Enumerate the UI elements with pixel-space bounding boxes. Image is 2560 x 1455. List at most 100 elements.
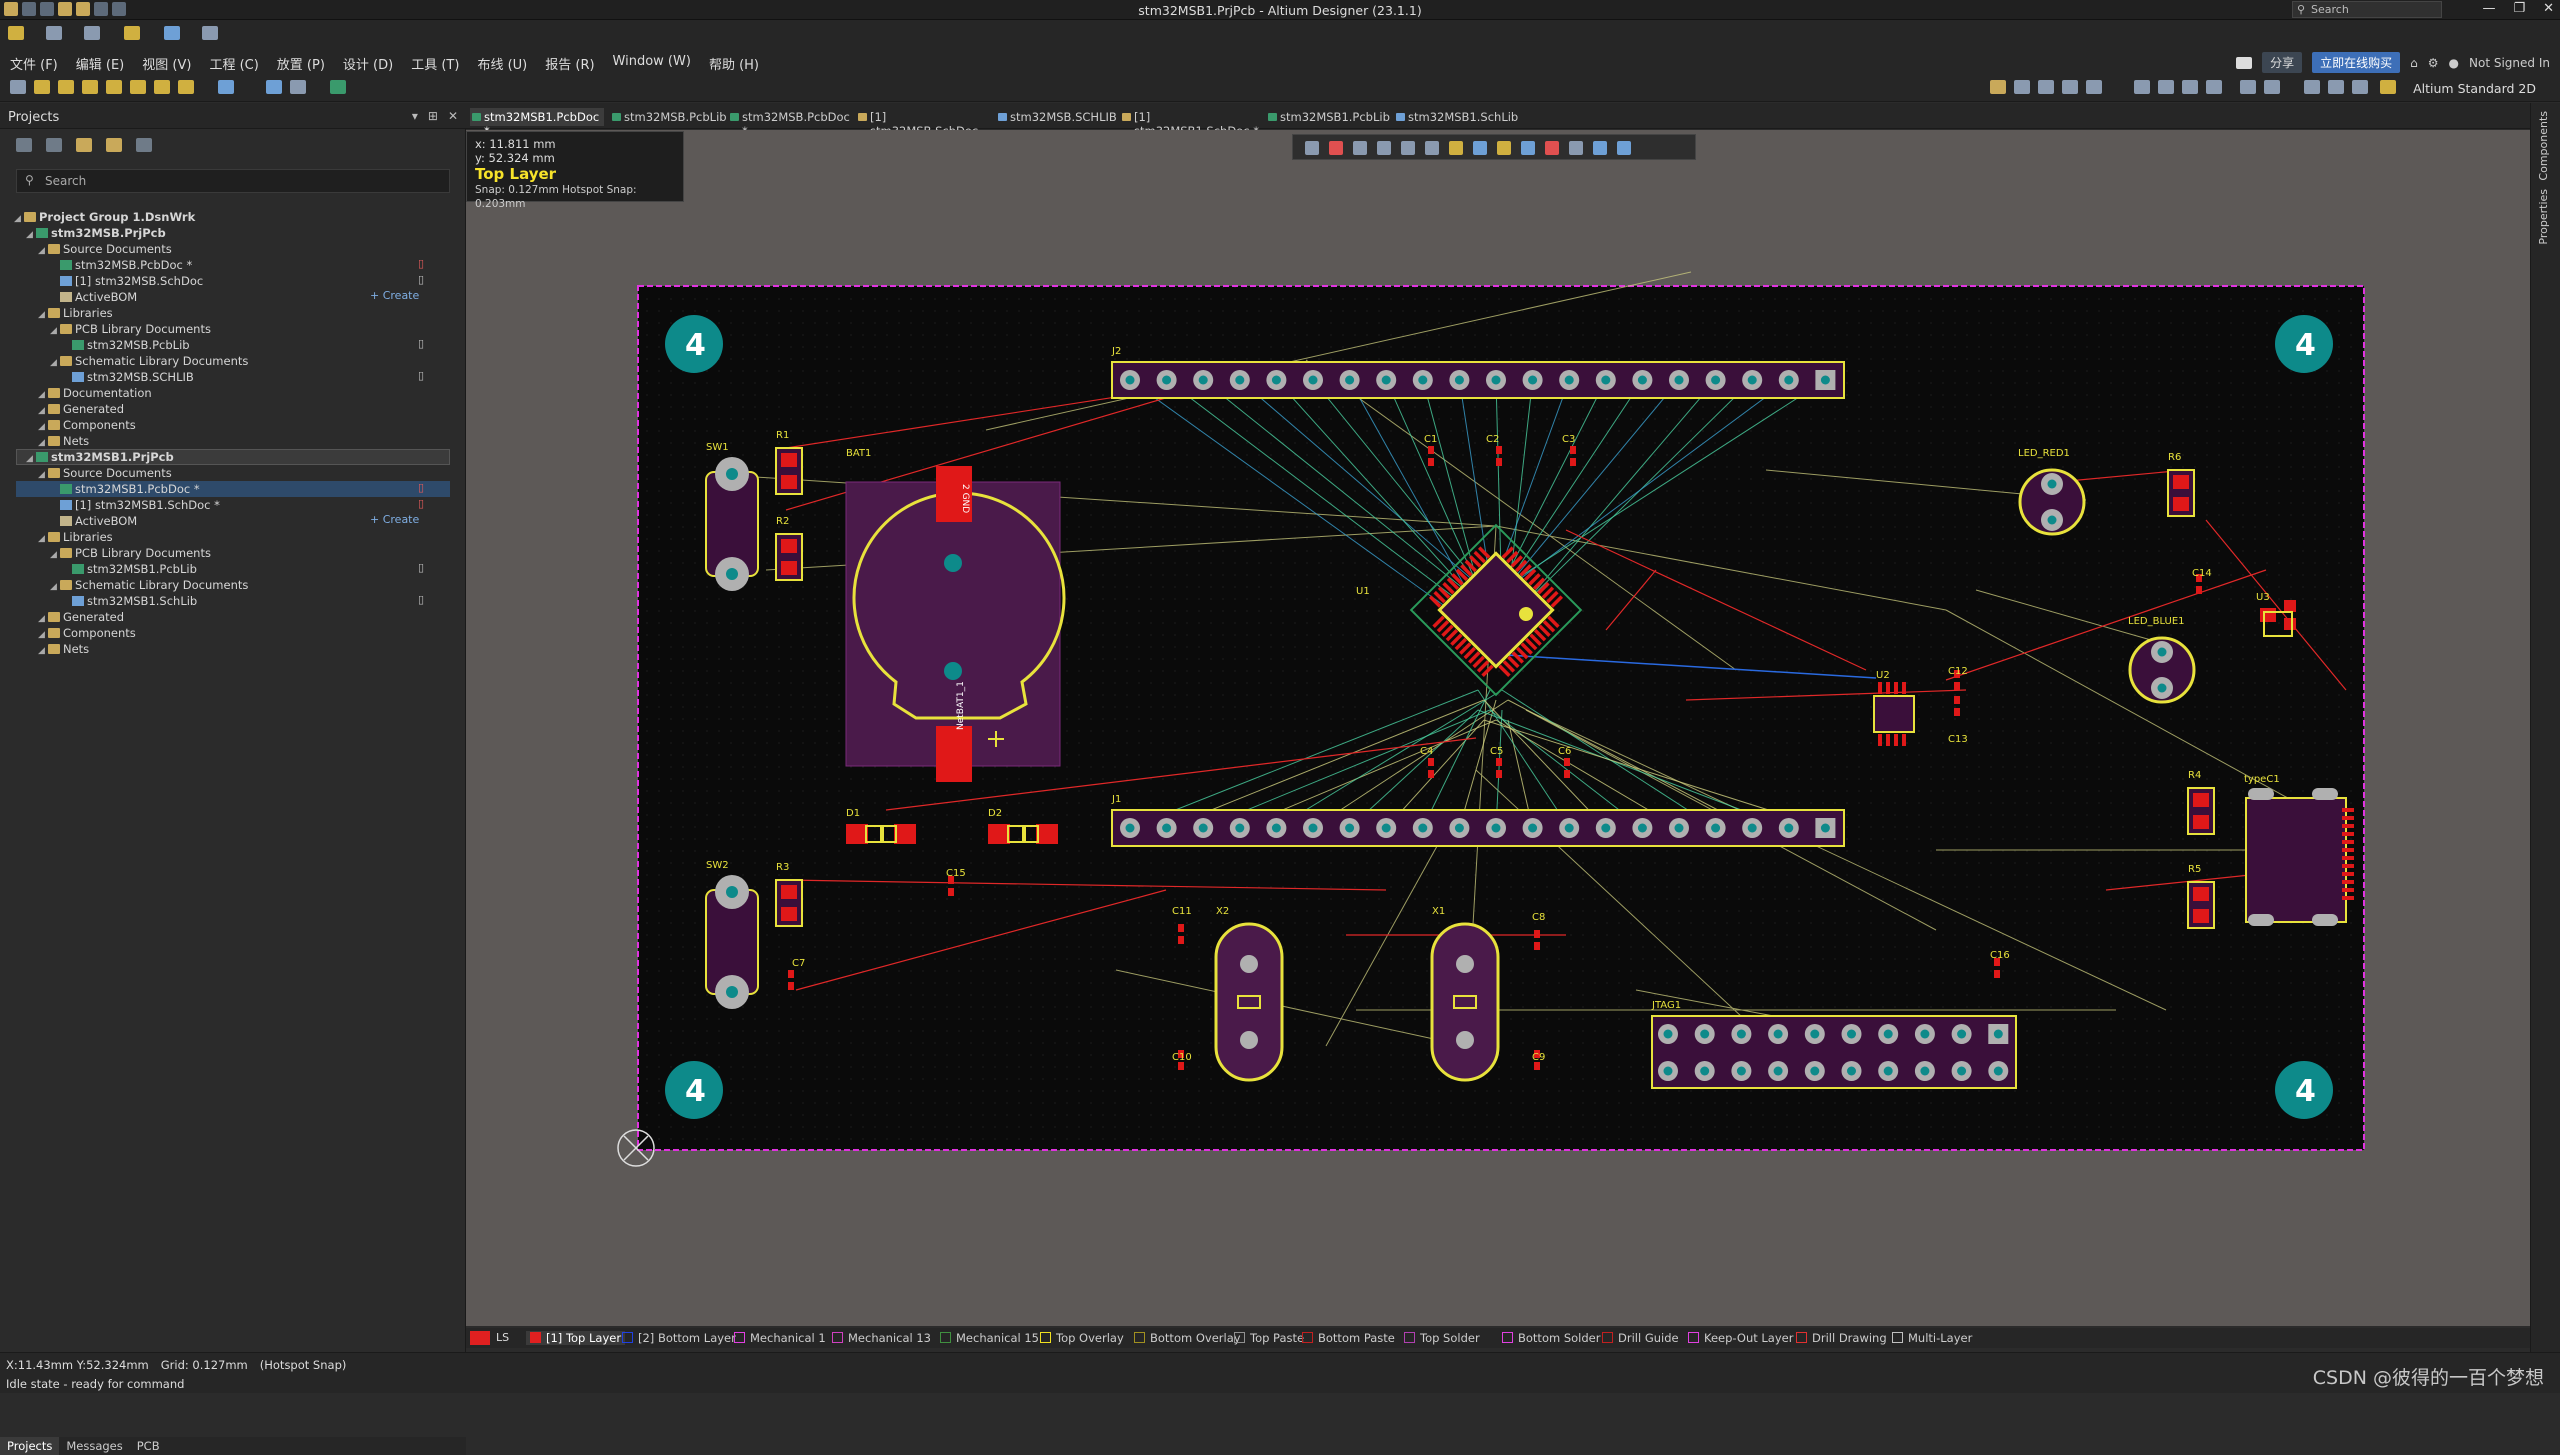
user-status[interactable]: Not Signed In <box>2469 56 2550 70</box>
tree-item[interactable]: stm32MSB1.PcbLib <box>62 561 197 577</box>
tree-item[interactable]: ◢ Generated <box>38 401 124 417</box>
tree-item[interactable]: stm32MSB.PcbDoc * <box>50 257 192 273</box>
notification-icon[interactable] <box>2236 56 2253 69</box>
share-button[interactable]: 分享 <box>2262 52 2303 73</box>
layout-icon[interactable] <box>164 26 180 40</box>
view-mode[interactable]: Altium Standard 2D <box>2413 81 2536 96</box>
expand-arrow-icon[interactable]: ◢ <box>14 211 24 227</box>
menu-window[interactable]: Window (W) <box>613 54 691 73</box>
zoom-fit-icon[interactable] <box>2086 80 2102 94</box>
align-icon[interactable] <box>124 26 140 40</box>
expand-arrow-icon[interactable]: ◢ <box>38 643 48 659</box>
layer-tab[interactable]: Drill Guide <box>1602 1331 1679 1345</box>
layer-tab[interactable]: Top Overlay <box>1040 1331 1124 1345</box>
layer-tab[interactable]: Bottom Paste <box>1302 1331 1395 1345</box>
text-icon[interactable] <box>1593 141 1607 155</box>
tree-item[interactable]: stm32MSB.PcbLib <box>62 337 190 353</box>
tree-item[interactable]: ◢ PCB Library Documents <box>50 321 211 337</box>
tree-item[interactable]: ◢ Components <box>38 417 136 433</box>
region-icon[interactable] <box>178 80 194 94</box>
menu-design[interactable]: 设计 (D) <box>343 54 393 73</box>
expand-arrow-icon[interactable]: ◢ <box>26 451 36 467</box>
paste-icon[interactable] <box>2182 80 2198 94</box>
tree-item[interactable]: stm32MSB1.PcbDoc * <box>50 481 200 497</box>
menu-edit[interactable]: 编辑 (E) <box>76 54 125 73</box>
pin-icon[interactable]: ⊞ <box>428 109 438 123</box>
arc-icon[interactable] <box>82 80 98 94</box>
interactive-route-icon[interactable] <box>2380 80 2396 94</box>
tree-item[interactable]: ◢ Nets <box>38 641 89 657</box>
layer-tab[interactable]: Drill Drawing <box>1796 1331 1887 1345</box>
expand-arrow-icon[interactable]: ◢ <box>50 323 60 339</box>
route-icon[interactable] <box>10 80 26 94</box>
route-icon[interactable] <box>1329 141 1343 155</box>
select-area-icon[interactable] <box>2206 80 2222 94</box>
layer-set-button[interactable] <box>470 1331 490 1345</box>
create-bom-link[interactable]: + Create <box>370 513 419 526</box>
compile-icon[interactable] <box>46 138 62 152</box>
close-button[interactable]: ✕ <box>2543 1 2554 16</box>
menu-help[interactable]: 帮助 (H) <box>709 54 759 73</box>
menu-view[interactable]: 视图 (V) <box>142 54 191 73</box>
create-bom-link[interactable]: + Create <box>370 289 419 302</box>
menu-tools[interactable]: 工具 (T) <box>411 54 459 73</box>
layer-tab[interactable]: [2] Bottom Layer <box>622 1331 736 1345</box>
open-file-icon[interactable] <box>1990 80 2006 94</box>
layer-tab[interactable]: Keep-Out Layer <box>1688 1331 1793 1345</box>
save-project-icon[interactable] <box>16 138 32 152</box>
tree-item[interactable]: ◢ Schematic Library Documents <box>50 577 248 593</box>
text-icon[interactable] <box>266 80 282 94</box>
expand-arrow-icon[interactable]: ◢ <box>38 531 48 547</box>
new-doc-icon[interactable] <box>46 26 62 40</box>
undo-icon[interactable] <box>2328 80 2344 94</box>
tree-item[interactable]: [1] stm32MSB1.SchDoc * <box>50 497 220 513</box>
tree-item[interactable]: [1] stm32MSB.SchDoc <box>50 273 203 289</box>
select-rect-icon[interactable] <box>1377 141 1391 155</box>
doc-tab[interactable]: stm32MSB.PcbLib <box>610 108 727 126</box>
tree-item[interactable]: ◢ PCB Library Documents <box>50 545 211 561</box>
tree-item[interactable]: ◢ Nets <box>38 433 89 449</box>
dimension-icon[interactable] <box>1569 141 1583 155</box>
restore-button[interactable]: ❐ <box>2513 1 2525 16</box>
zoom-icon[interactable] <box>2062 80 2078 94</box>
layer-tab[interactable]: Mechanical 15 <box>940 1331 1039 1345</box>
tree-item[interactable]: ◢ Generated <box>38 609 124 625</box>
select-icon[interactable] <box>34 80 50 94</box>
expand-arrow-icon[interactable]: ◢ <box>50 547 60 563</box>
dimension-icon[interactable] <box>290 80 306 94</box>
expand-arrow-icon[interactable]: ◢ <box>38 307 48 323</box>
tab-pcb[interactable]: PCB <box>130 1437 167 1455</box>
tree-item[interactable]: ◢ Documentation <box>38 385 152 401</box>
move-icon[interactable] <box>2240 80 2256 94</box>
tree-item[interactable]: ◢ Components <box>38 625 136 641</box>
layer-tab[interactable]: Mechanical 13 <box>832 1331 931 1345</box>
component-icon[interactable] <box>84 26 100 40</box>
layer-tab[interactable]: Bottom Overlay <box>1134 1331 1241 1345</box>
layer-tab[interactable]: Top Solder <box>1404 1331 1480 1345</box>
expand-arrow-icon[interactable]: ◢ <box>50 355 60 371</box>
tab-projects[interactable]: Projects <box>0 1437 60 1455</box>
tree-item[interactable]: ◢ Source Documents <box>38 241 172 257</box>
print-icon[interactable] <box>2038 80 2054 94</box>
gear-icon[interactable]: ⚙ <box>2428 56 2439 70</box>
minimize-button[interactable]: — <box>2482 1 2495 16</box>
buy-online-button[interactable]: 立即在线购买 <box>2312 52 2401 73</box>
layer-tab[interactable]: [1] Top Layer <box>526 1331 626 1345</box>
line-icon[interactable] <box>58 80 74 94</box>
wizard-icon[interactable] <box>8 26 24 40</box>
pad-icon[interactable] <box>130 80 146 94</box>
components-panel-tab[interactable]: Components <box>2537 111 2550 181</box>
expand-arrow-icon[interactable]: ◢ <box>50 579 60 595</box>
open-folder-icon[interactable] <box>76 138 92 152</box>
tree-item[interactable]: ◢ Project Group 1.DsnWrk <box>14 209 195 225</box>
pcb-canvas[interactable]: 4 4 4 4 J2 J1 JTAG1 2 GND NetBAT1_1 BAT1 SW1 SW2 R1 R… <box>466 130 2530 1326</box>
align-icon[interactable] <box>1401 141 1415 155</box>
settings-icon[interactable] <box>136 138 152 152</box>
via-icon[interactable] <box>106 80 122 94</box>
deselect-icon[interactable] <box>2264 80 2280 94</box>
tree-item[interactable]: ◢ stm32MSB1.PrjPcb <box>26 449 174 465</box>
menu-place[interactable]: 放置 (P) <box>277 54 325 73</box>
length-tune-icon[interactable] <box>1497 141 1511 155</box>
expand-arrow-icon[interactable]: ◢ <box>26 227 36 243</box>
tree-item[interactable]: stm32MSB.SCHLIB <box>62 369 194 385</box>
